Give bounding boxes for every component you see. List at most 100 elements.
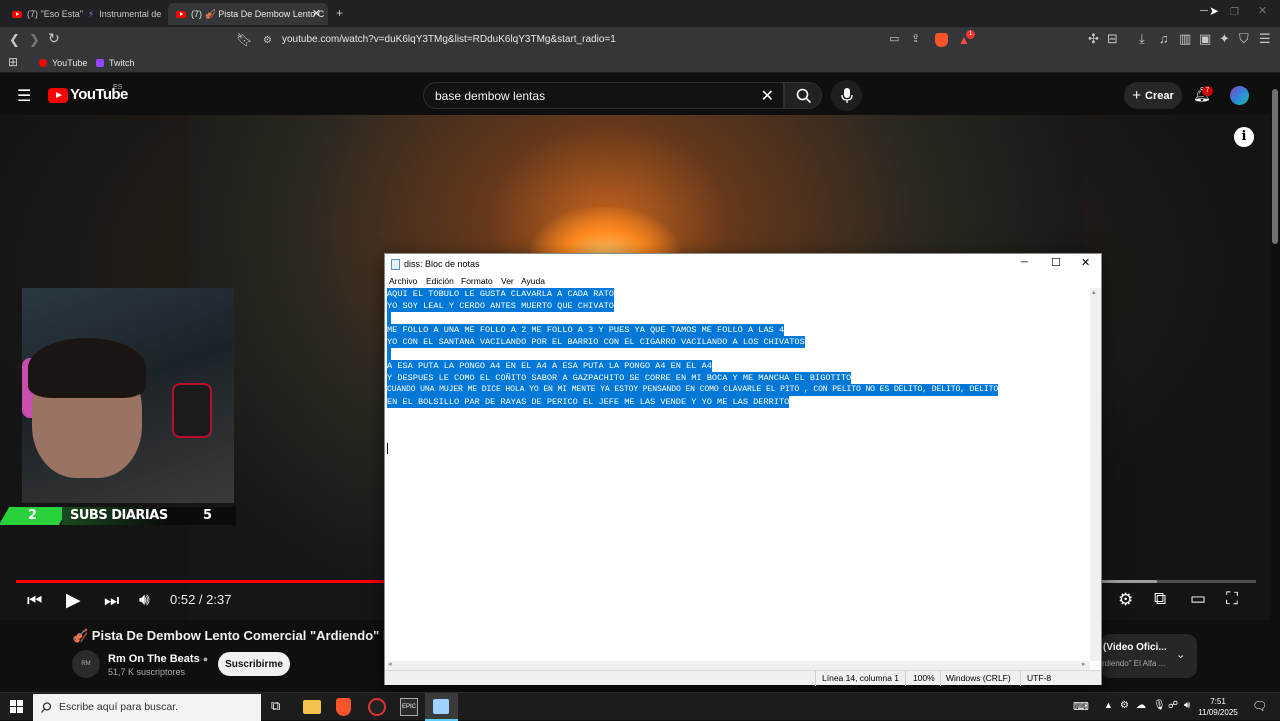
- search-input[interactable]: base dembow lentas ✕: [423, 82, 784, 109]
- obs-icon[interactable]: [368, 698, 386, 716]
- page-scrollbar-thumb[interactable]: [1272, 89, 1278, 244]
- reload-icon[interactable]: ↻: [48, 31, 60, 45]
- minimize-window-icon[interactable]: ─: [1200, 5, 1208, 18]
- taskbar-clock[interactable]: 7:51 11/09/2025: [1198, 696, 1238, 718]
- vpn-shield-icon[interactable]: ⛉: [1239, 32, 1249, 45]
- channel-avatar[interactable]: RM: [72, 650, 100, 678]
- windows-taskbar: Escribe aquí para buscar. ⧉ EPIC ⌨ ▲ ⚙ ☁…: [0, 692, 1280, 721]
- notepad-vertical-scrollbar[interactable]: ▴: [1090, 288, 1101, 661]
- browser-tab-1[interactable]: (7) "Eso Esta" ⚡ Instrumental de: [4, 3, 162, 25]
- back-icon[interactable]: ❮: [9, 33, 20, 46]
- media-icon[interactable]: ♫: [1159, 32, 1169, 45]
- notepad-horizontal-scrollbar[interactable]: ◂ ▸: [387, 661, 1090, 670]
- task-view-icon[interactable]: ⧉: [271, 698, 280, 714]
- settings-gear-icon[interactable]: ⚙: [1118, 590, 1133, 610]
- subscribe-button[interactable]: Suscribirme: [218, 652, 290, 676]
- clear-search-icon[interactable]: ✕: [761, 86, 774, 106]
- leo-ai-icon[interactable]: ✦: [1219, 32, 1230, 45]
- extensions-icon[interactable]: ✣: [1088, 32, 1099, 45]
- scroll-right-icon[interactable]: ▸: [1082, 660, 1086, 668]
- search-icon: [796, 88, 812, 104]
- network-icon[interactable]: ☍: [1168, 700, 1178, 711]
- menu-ver[interactable]: Ver: [501, 276, 514, 286]
- previous-button[interactable]: ⏮︎: [27, 591, 42, 611]
- next-video-card[interactable]: (Video Ofici... rdiendo" El Alfa ... ⌄: [1100, 634, 1197, 678]
- youtube-bookmark-icon: [39, 59, 47, 67]
- download-icon[interactable]: ⤓: [1139, 32, 1145, 45]
- notepad-text-area[interactable]: AQUI EL TOBULO LE GUSTA CLAVARLA A CADA …: [387, 288, 1090, 661]
- search-button[interactable]: [784, 82, 822, 109]
- url-bar[interactable]: youtube.com/watch?v=duK6lqY3TMg&list=RDd…: [282, 34, 616, 45]
- wallet-icon[interactable]: ⊟: [1107, 32, 1118, 45]
- channel-name[interactable]: Rm On The Beats ●: [108, 653, 208, 665]
- notepad-taskbar-button[interactable]: [425, 693, 458, 721]
- clock-date: 11/09/2025: [1198, 708, 1238, 717]
- browser-tab-2[interactable]: (7) 🎻 Pista De Dembow Lento C ✕: [168, 3, 328, 25]
- text-line: Y DESPUES LE COMO EL COÑITO SABOR A GAZP…: [387, 372, 852, 384]
- next-card-title: (Video Ofici...: [1103, 642, 1167, 653]
- brave-browser-icon[interactable]: [336, 698, 351, 716]
- maximize-icon[interactable]: ☐: [1051, 256, 1061, 269]
- taskbar-search-box[interactable]: Escribe aquí para buscar.: [33, 694, 261, 721]
- voice-search-button[interactable]: [831, 80, 862, 111]
- bookmark-youtube-label: YouTube: [52, 58, 88, 68]
- site-settings-icon[interactable]: ⚙: [263, 34, 272, 47]
- close-window-icon[interactable]: ✕: [1258, 5, 1267, 18]
- minimize-icon[interactable]: ─: [1021, 257, 1028, 268]
- bookmark-twitch[interactable]: Twitch: [96, 58, 135, 68]
- bookmarks-bar: ⊞ YouTube Twitch: [0, 53, 1280, 73]
- show-hidden-icons[interactable]: ▲: [1104, 700, 1113, 710]
- status-line-ending: Windows (CRLF): [946, 673, 1011, 683]
- restore-window-icon[interactable]: ❐: [1230, 6, 1239, 19]
- apps-grid-icon[interactable]: ⊞: [8, 56, 18, 69]
- sidebar-icon[interactable]: ▥: [1179, 32, 1191, 45]
- bookmark-icon[interactable]: 🔖︎: [236, 33, 253, 46]
- microphone-tray-icon[interactable]: 🎙︎: [1153, 700, 1166, 711]
- tab-1-label: (7) "Eso Esta": [27, 9, 83, 19]
- menu-edicion[interactable]: Edición: [426, 276, 454, 286]
- new-tab-button[interactable]: +: [336, 7, 343, 20]
- fullscreen-icon[interactable]: ⛶: [1226, 589, 1238, 609]
- avatar[interactable]: [1230, 86, 1249, 105]
- keyboard-icon[interactable]: ⌨: [1073, 700, 1089, 713]
- notification-center-icon[interactable]: 🗨︎: [1252, 699, 1267, 713]
- cloud-icon[interactable]: ☁: [1136, 700, 1146, 711]
- epic-games-icon[interactable]: EPIC: [400, 698, 418, 716]
- notepad-title-bar[interactable]: diss: Bloc de notas ─ ☐ ✕: [385, 254, 1101, 275]
- notepad-app-icon: [391, 259, 400, 270]
- tray-app-icon[interactable]: ⚙: [1120, 700, 1129, 711]
- notepad-title: diss: Bloc de notas: [404, 259, 480, 269]
- scroll-left-icon[interactable]: ◂: [388, 660, 392, 668]
- page-scrollbar[interactable]: [1270, 77, 1280, 692]
- menu-formato[interactable]: Formato: [461, 276, 493, 286]
- speaker-icon[interactable]: 🔊︎: [1184, 700, 1190, 711]
- cast-icon[interactable]: ▭: [889, 33, 899, 46]
- theater-mode-icon[interactable]: ▭: [1190, 589, 1206, 609]
- next-button[interactable]: ⏭︎: [104, 591, 119, 611]
- info-icon[interactable]: i: [1234, 127, 1254, 147]
- youtube-logo-icon[interactable]: [48, 88, 68, 103]
- share-icon[interactable]: ⇪: [911, 33, 920, 46]
- twitch-bookmark-icon: [96, 59, 104, 67]
- windows-start-icon[interactable]: [10, 700, 24, 714]
- volume-icon[interactable]: 🔊︎: [139, 590, 150, 610]
- wallet-card-icon[interactable]: ▣: [1199, 32, 1211, 45]
- youtube-favicon-icon: [176, 10, 186, 18]
- menu-archivo[interactable]: Archivo: [389, 276, 417, 286]
- notepad-window[interactable]: diss: Bloc de notas ─ ☐ ✕ Archivo Edició…: [384, 253, 1102, 686]
- forward-icon[interactable]: ❯: [29, 33, 40, 46]
- menu-icon[interactable]: ☰: [1259, 32, 1271, 45]
- close-tab-icon[interactable]: ✕: [312, 7, 321, 20]
- close-icon[interactable]: ✕: [1081, 256, 1090, 269]
- bookmark-youtube[interactable]: YouTube: [39, 58, 87, 68]
- scroll-up-icon[interactable]: ▴: [1092, 288, 1096, 296]
- search-input-value: base dembow lentas: [435, 89, 546, 103]
- chevron-down-icon[interactable]: ⌄: [1176, 648, 1185, 661]
- file-explorer-icon[interactable]: [303, 700, 321, 714]
- brave-shield-icon[interactable]: [935, 33, 948, 47]
- hamburger-menu-icon[interactable]: ☰: [17, 86, 31, 106]
- create-button[interactable]: + Crear: [1124, 82, 1182, 109]
- play-button[interactable]: ▶: [66, 589, 81, 612]
- miniplayer-icon[interactable]: ⧉: [1154, 589, 1166, 609]
- menu-ayuda[interactable]: Ayuda: [521, 276, 545, 286]
